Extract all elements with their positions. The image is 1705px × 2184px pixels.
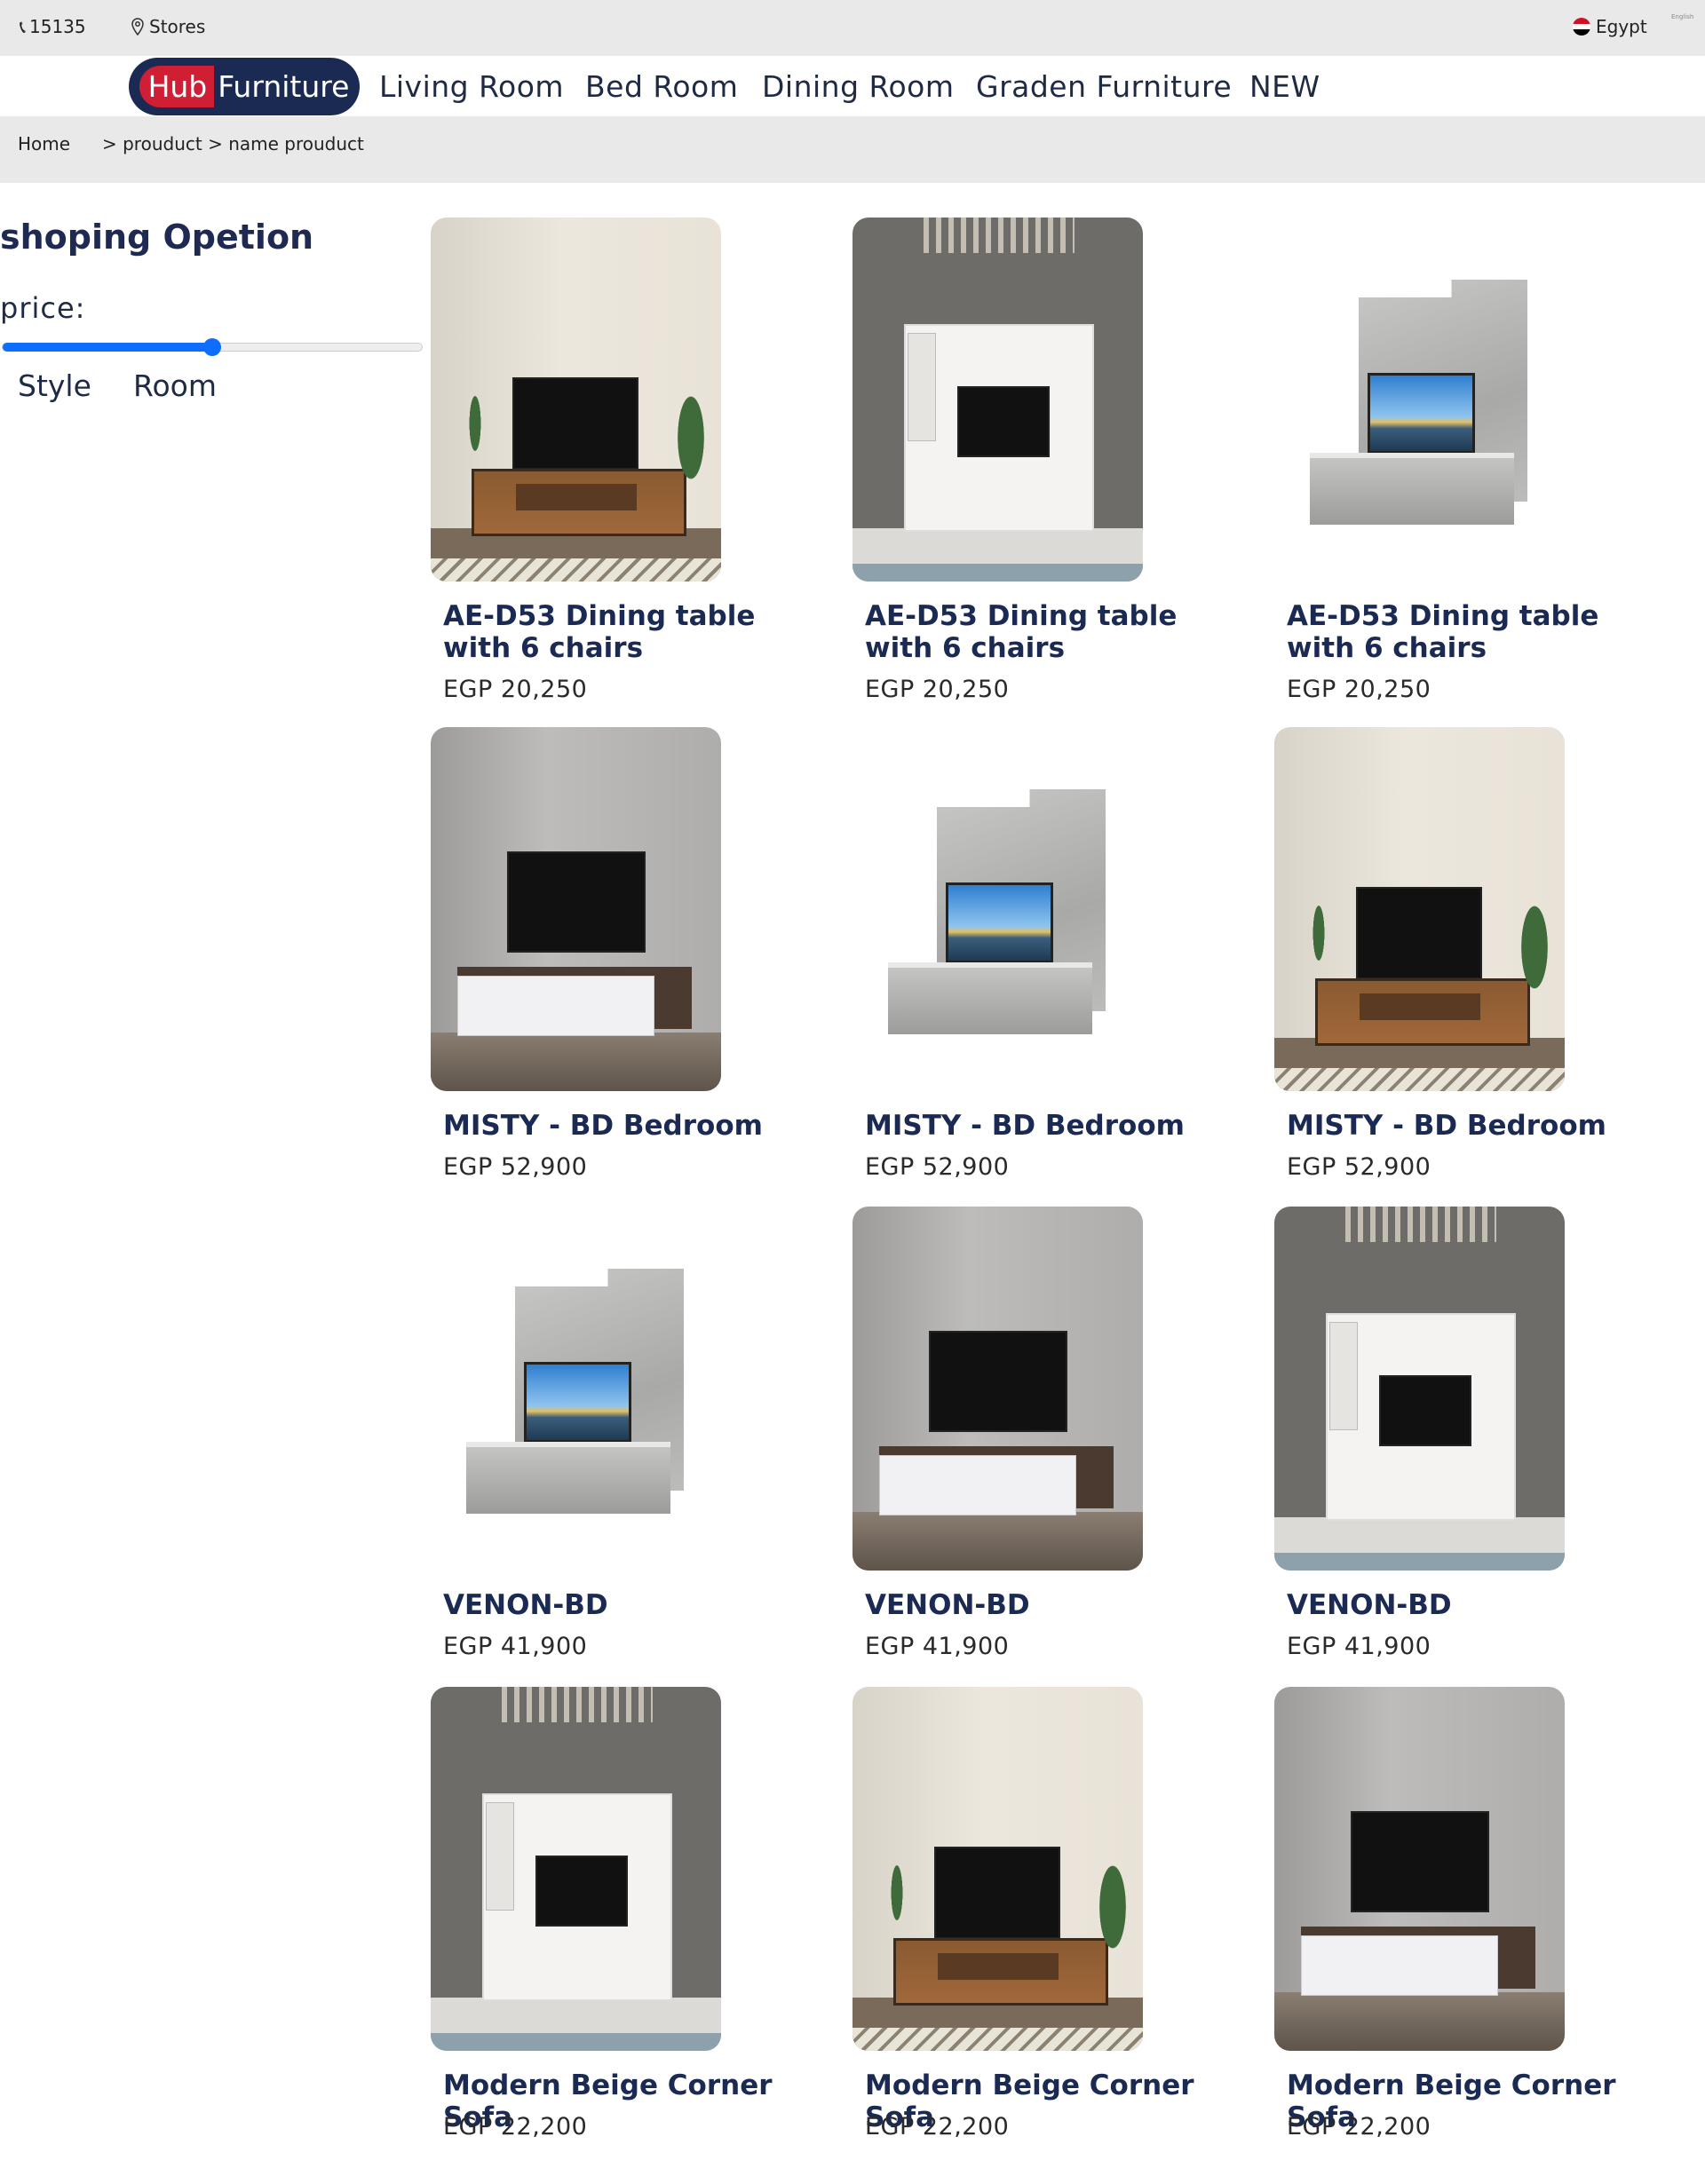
product-price: EGP 52,900: [1287, 1153, 1431, 1181]
filter-tab-style[interactable]: Style: [18, 368, 91, 403]
location-pin-icon: [131, 18, 144, 36]
product-price: EGP 20,250: [865, 676, 1010, 703]
product-name[interactable]: VENON-BD: [1287, 1589, 1660, 1621]
stores-label: Stores: [149, 16, 206, 37]
price-label: price:: [0, 291, 86, 325]
product-name[interactable]: VENON-BD: [865, 1589, 1238, 1621]
product-price: EGP 22,200: [1287, 2113, 1431, 2140]
nav-bed-room[interactable]: Bed Room: [585, 69, 738, 104]
country-label: Egypt: [1596, 16, 1647, 37]
nav-garden-furniture[interactable]: Graden Furniture: [976, 69, 1232, 104]
product-price: EGP 52,900: [443, 1153, 588, 1181]
product-name[interactable]: MISTY - BD Bedroom: [1287, 1110, 1660, 1142]
language-switch[interactable]: English: [1671, 13, 1693, 20]
breadcrumb-home[interactable]: Home: [18, 133, 70, 154]
main-nav: Hub Furniture Living Room Bed Room Dining…: [0, 56, 1705, 116]
price-slider-thumb[interactable]: [203, 338, 221, 356]
product-image[interactable]: [1274, 1687, 1565, 2051]
sidebar-title: shoping Opetion: [0, 218, 314, 257]
stores-link[interactable]: Stores: [131, 16, 205, 37]
country-selector[interactable]: Egypt: [1573, 16, 1647, 37]
logo-furniture-text: Furniture: [218, 69, 350, 104]
product-image[interactable]: [431, 1207, 721, 1571]
product-name[interactable]: AE-D53 Dining table with 6 chairs: [865, 600, 1238, 664]
product-image[interactable]: [431, 1687, 721, 2051]
product-name[interactable]: MISTY - BD Bedroom: [865, 1110, 1238, 1142]
product-price: EGP 52,900: [865, 1153, 1010, 1181]
product-image[interactable]: [431, 727, 721, 1091]
product-image[interactable]: [852, 218, 1143, 582]
phone-icon: 📞︎: [20, 16, 26, 37]
product-price: EGP 22,200: [443, 2113, 588, 2140]
top-bar: 📞︎ 15135 Stores Egypt English: [0, 0, 1705, 56]
product-image[interactable]: [1274, 1207, 1565, 1571]
logo[interactable]: Hub Furniture: [129, 58, 360, 115]
product-price: EGP 41,900: [443, 1633, 588, 1660]
price-slider[interactable]: [2, 338, 423, 356]
product-price: EGP 20,250: [1287, 676, 1431, 703]
product-name[interactable]: AE-D53 Dining table with 6 chairs: [1287, 600, 1660, 664]
logo-hub-text: Hub: [139, 66, 215, 107]
phone-number: 15135: [29, 16, 86, 37]
product-name[interactable]: MISTY - BD Bedroom: [443, 1110, 816, 1142]
nav-new[interactable]: NEW: [1249, 69, 1320, 104]
nav-living-room[interactable]: Living Room: [379, 69, 564, 104]
nav-dining-room[interactable]: Dining Room: [762, 69, 955, 104]
product-price: EGP 41,900: [865, 1633, 1010, 1660]
product-name[interactable]: VENON-BD: [443, 1589, 816, 1621]
product-image[interactable]: [431, 218, 721, 582]
product-price: EGP 41,900: [1287, 1633, 1431, 1660]
egypt-flag-icon: [1573, 18, 1590, 36]
filter-tab-room[interactable]: Room: [133, 368, 217, 403]
product-image[interactable]: [852, 727, 1143, 1091]
product-name[interactable]: AE-D53 Dining table with 6 chairs: [443, 600, 816, 664]
breadcrumb: Home > prouduct > name prouduct: [0, 116, 1705, 183]
product-image[interactable]: [1274, 727, 1565, 1091]
product-image[interactable]: [1274, 218, 1565, 582]
product-price: EGP 20,250: [443, 676, 588, 703]
phone-link[interactable]: 📞︎ 15135: [20, 16, 86, 37]
price-slider-fill: [3, 343, 212, 352]
product-image[interactable]: [852, 1207, 1143, 1571]
product-image[interactable]: [852, 1687, 1143, 2051]
product-price: EGP 22,200: [865, 2113, 1010, 2140]
breadcrumb-path[interactable]: > prouduct > name prouduct: [102, 133, 364, 154]
